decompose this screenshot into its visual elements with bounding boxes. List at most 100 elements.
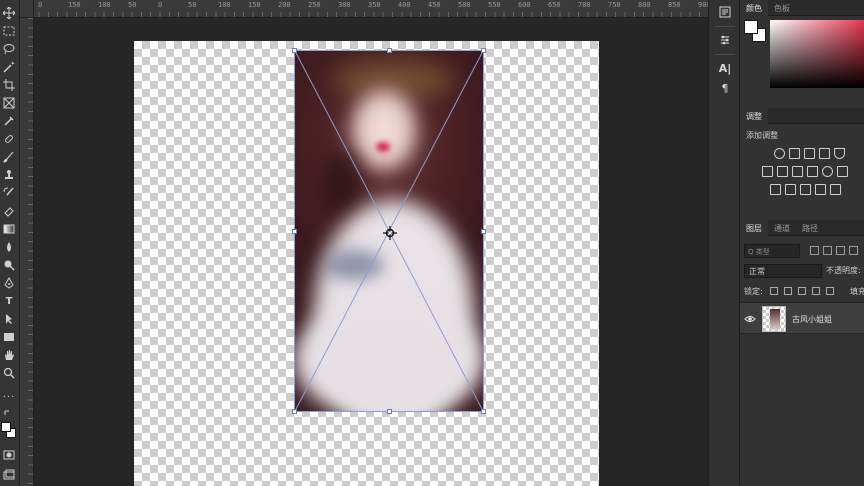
ruler-tick-label: 50: [188, 1, 197, 9]
ruler-tick-label: 150: [248, 1, 261, 9]
type-icon[interactable]: T: [1, 294, 17, 308]
eyedropper-icon[interactable]: [1, 114, 17, 128]
pen-icon[interactable]: [1, 276, 17, 290]
healing-brush-icon[interactable]: [1, 132, 17, 146]
crop-icon[interactable]: [1, 78, 17, 92]
lock-label: 锁定:: [744, 287, 763, 296]
move-icon[interactable]: [1, 6, 17, 20]
transform-pivot-icon[interactable]: [383, 226, 397, 240]
filter-adjustment-icon[interactable]: [823, 246, 832, 255]
properties-icon[interactable]: [717, 32, 733, 48]
gradient-map-icon[interactable]: [815, 184, 826, 195]
tab-swatches[interactable]: 色板: [768, 0, 796, 16]
ruler-tick-label: 550: [488, 1, 501, 9]
layer-filter-icons: [810, 246, 858, 255]
tab-layers[interactable]: 图层: [740, 220, 768, 236]
free-transform-bounding-box[interactable]: [292, 48, 486, 414]
selective-color-icon[interactable]: [830, 184, 841, 195]
layers-filter-input[interactable]: Q 类型: [744, 244, 800, 258]
layer-visibility-eye-icon[interactable]: [744, 313, 756, 325]
transform-handle-bottom-left[interactable]: [292, 409, 297, 414]
ruler-tick-label: 0: [38, 1, 43, 9]
layer-row[interactable]: 古风小姐姐: [740, 302, 864, 334]
toolbar-foreground-swatch[interactable]: [1, 422, 11, 432]
ruler-tick-label: 0: [158, 1, 163, 9]
filter-pixel-icon[interactable]: [810, 246, 819, 255]
transform-handle-top[interactable]: [387, 48, 392, 53]
rectangle-icon[interactable]: [1, 330, 17, 344]
lasso-icon[interactable]: [1, 42, 17, 56]
curves-icon[interactable]: [804, 148, 815, 159]
lock-transparent-icon[interactable]: [770, 287, 778, 295]
dodge-icon[interactable]: [1, 258, 17, 272]
ruler-tick-label: 300: [338, 1, 351, 9]
zoom-icon[interactable]: [1, 366, 17, 380]
transform-handle-bottom[interactable]: [387, 409, 392, 414]
ruler-tick-label: 500: [458, 1, 471, 9]
tab-channels[interactable]: 通道: [768, 220, 796, 236]
history-brush-icon[interactable]: [1, 186, 17, 200]
brush-icon[interactable]: [1, 150, 17, 164]
tab-color[interactable]: 颜色: [740, 0, 768, 16]
levels-icon[interactable]: [789, 148, 800, 159]
ruler-tick-label: 350: [368, 1, 381, 9]
transform-handle-right[interactable]: [481, 229, 486, 234]
lock-all-icon[interactable]: [826, 287, 834, 295]
transform-handle-top-left[interactable]: [292, 48, 297, 53]
black-white-icon[interactable]: [792, 166, 803, 177]
adjustments-row-1: [774, 148, 845, 159]
color-swatches[interactable]: [744, 20, 768, 44]
tools-panel: T ···: [0, 0, 20, 486]
threshold-icon[interactable]: [800, 184, 811, 195]
more-tools-icon[interactable]: ···: [1, 390, 17, 404]
hue-saturation-icon[interactable]: [762, 166, 773, 177]
filter-type-icon[interactable]: [836, 246, 845, 255]
layer-name[interactable]: 古风小姐姐: [792, 314, 832, 325]
hand-icon[interactable]: [1, 348, 17, 362]
marquee-icon[interactable]: [1, 24, 17, 38]
lock-position-icon[interactable]: [798, 287, 806, 295]
ruler-tick-label: 100: [98, 1, 111, 9]
layer-thumbnail[interactable]: [762, 306, 786, 332]
exposure-icon[interactable]: [819, 148, 830, 159]
color-balance-icon[interactable]: [777, 166, 788, 177]
foreground-color-swatch[interactable]: [744, 20, 758, 34]
magic-wand-icon[interactable]: [1, 60, 17, 74]
filter-shape-icon[interactable]: [849, 246, 858, 255]
transform-handle-top-right[interactable]: [481, 48, 486, 53]
ruler-origin[interactable]: [20, 0, 34, 18]
paragraph-icon[interactable]: ¶: [717, 80, 733, 96]
right-panels: 颜色 色板 调整 添加调整 图层 通道 路径 Q 类型 正常 不透明度: 锁定:…: [740, 0, 864, 486]
frame-icon[interactable]: [1, 96, 17, 110]
quick-mask-icon[interactable]: [1, 448, 17, 462]
vibrance-icon[interactable]: [834, 148, 845, 159]
photo-filter-icon[interactable]: [807, 166, 818, 177]
character-icon[interactable]: A|: [717, 60, 733, 76]
clone-stamp-icon[interactable]: [1, 168, 17, 182]
adjustments-title: 添加调整: [746, 131, 778, 140]
transform-handle-left[interactable]: [292, 229, 297, 234]
layers-panel-tabs: 图层 通道 路径: [740, 220, 864, 236]
history-icon[interactable]: [717, 4, 733, 20]
color-picker-field[interactable]: [770, 20, 864, 88]
channel-mixer-icon[interactable]: [822, 166, 833, 177]
lock-artboard-icon[interactable]: [812, 287, 820, 295]
brightness-contrast-icon[interactable]: [774, 148, 785, 159]
tab-paths[interactable]: 路径: [796, 220, 824, 236]
eraser-icon[interactable]: [1, 204, 17, 218]
gradient-icon[interactable]: [1, 222, 17, 236]
tab-adjustments[interactable]: 调整: [740, 108, 768, 124]
blur-icon[interactable]: [1, 240, 17, 254]
invert-icon[interactable]: [770, 184, 781, 195]
document-workspace[interactable]: [34, 18, 708, 486]
screen-mode-icon[interactable]: [1, 468, 17, 482]
color-lookup-icon[interactable]: [837, 166, 848, 177]
transform-handle-bottom-right[interactable]: [481, 409, 486, 414]
toolbar-color-swatches[interactable]: [1, 422, 17, 440]
blend-mode-select[interactable]: 正常: [744, 264, 822, 278]
swap-colors-icon[interactable]: [1, 408, 17, 422]
panel-icon-strip: A| ¶: [708, 0, 740, 486]
path-select-icon[interactable]: [1, 312, 17, 326]
lock-image-icon[interactable]: [784, 287, 792, 295]
posterize-icon[interactable]: [785, 184, 796, 195]
